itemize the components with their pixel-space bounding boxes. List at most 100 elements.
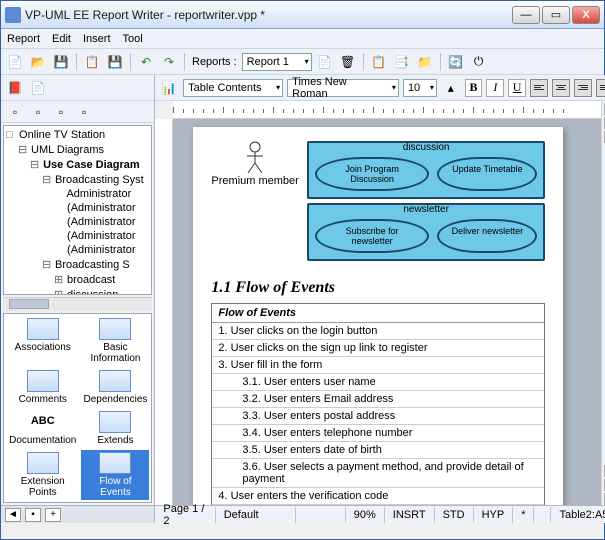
nav1-icon[interactable]: ▫ [5, 102, 25, 122]
book-icon[interactable]: 📕 [5, 78, 25, 98]
page-icon[interactable]: 📄 [28, 78, 48, 98]
align-center-button[interactable] [552, 79, 570, 97]
copy-icon[interactable]: 📋 [369, 52, 389, 72]
maximize-button[interactable]: ▭ [542, 6, 570, 24]
italic-button[interactable]: I [486, 79, 504, 97]
main-toolbar: 📄 📂 💾 📋 💾 ↶ ↷ Reports : Report 1 📄 🗑 📋 📑… [1, 49, 604, 75]
usecase: Update Timetable [437, 157, 537, 191]
flow-row[interactable]: 3.2. User enters Email address [212, 391, 544, 408]
tree-item[interactable]: (Administrator [6, 215, 149, 229]
group-newsletter: newsletter Subscribe for newsletter Deli… [307, 203, 546, 261]
save2-icon[interactable]: 💾 [105, 52, 125, 72]
flow-row[interactable]: 3.4. User enters telephone number [212, 425, 544, 442]
separator [184, 53, 185, 71]
refresh-icon[interactable]: 🔄 [446, 52, 466, 72]
palette-item[interactable]: Comments [6, 368, 79, 407]
nav4-icon[interactable]: ▫ [74, 102, 94, 122]
tree-item[interactable]: ⊟ UML Diagrams [6, 142, 149, 157]
flow-row[interactable]: 1. User clicks on the login button [212, 323, 544, 340]
document-page: Premium member discussion Join Program D… [193, 127, 563, 505]
flow-row[interactable]: 3.3. User enters postal address [212, 408, 544, 425]
palette-item[interactable]: Documentation [6, 409, 79, 448]
reports-label: Reports : [192, 56, 237, 68]
model-tree[interactable]: □ Online TV Station⊟ UML Diagrams⊟ Use C… [3, 125, 152, 295]
minimize-button[interactable]: — [512, 6, 540, 24]
tree-item[interactable]: (Administrator [6, 201, 149, 215]
delete-icon[interactable]: 🗑 [338, 52, 358, 72]
export-icon[interactable]: 📋 [82, 52, 102, 72]
palette-item[interactable]: Dependencies [81, 368, 149, 407]
tree-item[interactable]: ⊟ Broadcasting Syst [6, 172, 149, 187]
tree-item[interactable]: Administrator [6, 187, 149, 201]
vertical-ruler[interactable] [155, 119, 173, 505]
status-std: STD [435, 507, 474, 523]
menu-edit[interactable]: Edit [52, 33, 71, 45]
stop-icon[interactable]: ⏻ [469, 52, 489, 72]
underline-button[interactable]: U [508, 79, 526, 97]
style-select[interactable]: Table Contents [183, 79, 283, 97]
nav2-icon[interactable]: ▫ [28, 102, 48, 122]
flow-row[interactable]: 4. User enters the verification code [212, 488, 544, 505]
flow-header: Flow of Events [212, 304, 544, 323]
tree-item[interactable]: ⊟ Use Case Diagram [6, 157, 149, 172]
palette-item[interactable]: Extends [81, 409, 149, 448]
tree-item[interactable]: ⊟ Broadcasting S [6, 257, 149, 272]
tree-item[interactable]: ⊞ discussion [6, 287, 149, 295]
status-hyp: HYP [474, 507, 514, 523]
palette-item[interactable]: Generalizations [6, 502, 79, 503]
flow-row[interactable]: 2. User clicks on the sign up link to re… [212, 340, 544, 357]
palette-item[interactable]: Flow of Events [81, 450, 149, 500]
tab-active[interactable]: ▪ [25, 508, 41, 522]
para-icon[interactable]: 📊 [159, 78, 179, 98]
add-report-icon[interactable]: 📄 [315, 52, 335, 72]
font-select[interactable]: Times New Roman [287, 79, 399, 97]
flow-row[interactable]: 3.1. User enters user name [212, 374, 544, 391]
menu-tool[interactable]: Tool [123, 33, 143, 45]
palette-item[interactable]: Associations [6, 316, 79, 366]
open-icon[interactable]: 📂 [28, 52, 48, 72]
menu-report[interactable]: Report [7, 33, 40, 45]
palette-item[interactable]: Basic Information [81, 316, 149, 366]
flow-row[interactable]: 3.5. User enters date of birth [212, 442, 544, 459]
menu-bar: Report Edit Insert Tool [1, 29, 604, 49]
menu-insert[interactable]: Insert [83, 33, 111, 45]
flow-table[interactable]: Flow of Events 1. User clicks on the log… [211, 303, 545, 505]
separator [130, 53, 131, 71]
actor-label: Premium member [211, 175, 298, 187]
app-icon [5, 7, 21, 23]
redo-icon[interactable]: ↷ [159, 52, 179, 72]
section-title: 1.1 Flow of Events [211, 279, 545, 297]
window-title: VP-UML EE Report Writer - reportwriter.v… [25, 8, 512, 22]
new-icon[interactable]: 📄 [5, 52, 25, 72]
size-select[interactable]: 10 [403, 79, 437, 97]
undo-icon[interactable]: ↶ [136, 52, 156, 72]
nav3-icon[interactable]: ▫ [51, 102, 71, 122]
folder-icon[interactable]: 📁 [415, 52, 435, 72]
align-justify-button[interactable] [596, 79, 605, 97]
horizontal-ruler[interactable] [173, 101, 601, 119]
palette-item[interactable]: Extension Points [6, 450, 79, 500]
tree-item[interactable]: ⊞ broadcast [6, 272, 149, 287]
tree-item[interactable]: □ Online TV Station [6, 128, 149, 142]
usecase: Deliver newsletter [437, 219, 537, 253]
tab-prev[interactable]: ◄ [5, 508, 21, 522]
status-bar: Page 1 / 2 Default 90% INSRT STD HYP * T… [155, 505, 605, 523]
doc-icon[interactable]: 📑 [392, 52, 412, 72]
tree-item[interactable]: (Administrator [6, 229, 149, 243]
tree-item[interactable]: (Administrator [6, 243, 149, 257]
save-icon[interactable]: 💾 [51, 52, 71, 72]
bold-button[interactable]: B [465, 79, 483, 97]
separator [440, 53, 441, 71]
close-button[interactable]: X [572, 6, 600, 24]
align-right-button[interactable] [574, 79, 592, 97]
reports-select[interactable]: Report 1 [242, 53, 312, 71]
flow-row[interactable]: 3.6. User selects a payment method, and … [212, 459, 544, 488]
size-up-icon[interactable]: ▴ [441, 78, 461, 98]
status-page: Page 1 / 2 [155, 507, 215, 523]
flow-row[interactable]: 3. User fill in the form [212, 357, 544, 374]
align-left-button[interactable] [530, 79, 548, 97]
tree-scrollbar[interactable] [3, 297, 152, 311]
palette-item[interactable]: Includes [81, 502, 149, 503]
separator [363, 53, 364, 71]
tab-add[interactable]: + [45, 508, 61, 522]
